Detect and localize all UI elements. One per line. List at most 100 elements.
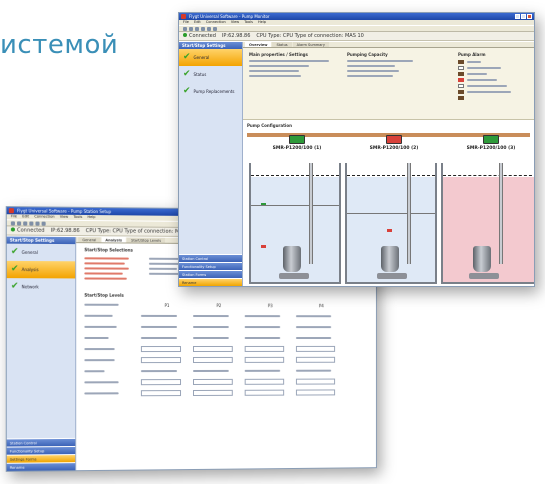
save-icon[interactable] [195,26,199,31]
front-content: Overview Status Alarm Summary Main prope… [243,42,534,286]
level-input[interactable] [193,356,233,364]
alarm-indicator [458,72,464,76]
footer-rename[interactable]: Rename [6,462,76,471]
sidebar-item-general[interactable]: ✔ General [179,49,242,66]
menu-edit[interactable]: Edit [194,20,201,24]
check-icon: ✔ [10,246,19,257]
menu-file[interactable]: File [11,214,17,218]
menu-help[interactable]: Help [258,20,266,24]
menu-view[interactable]: View [60,215,68,219]
cell-value [140,325,178,328]
pump-section-title: Pump Configuration [247,123,292,128]
footer-functionality-setup[interactable]: Functionality Setup [179,262,242,270]
connect-icon[interactable] [207,26,211,31]
level-input[interactable] [193,378,233,386]
menu-view[interactable]: View [231,20,239,24]
level-input[interactable] [244,356,285,363]
print-icon[interactable] [29,221,34,226]
refresh-icon[interactable] [41,221,46,226]
new-icon[interactable] [183,26,187,31]
level-input[interactable] [295,389,336,396]
front-toolbar [179,25,534,32]
level-input[interactable] [295,378,336,385]
pump-base [377,273,407,279]
maximize-icon[interactable] [521,14,526,19]
front-window: Flygt Universal Software - Pump Monitor … [178,12,535,287]
menu-edit[interactable]: Edit [22,214,29,218]
refresh-icon[interactable] [213,26,217,31]
open-icon[interactable] [189,26,193,31]
tab-alarm-summary[interactable]: Alarm Summary [292,42,329,47]
level-input[interactable] [295,356,336,363]
open-icon[interactable] [17,220,22,225]
selection-row [84,277,127,280]
level-input[interactable] [244,345,285,352]
front-window-titlebar[interactable]: Flygt Universal Software - Pump Monitor [179,13,534,20]
pump-status-icon [289,135,305,144]
menu-file[interactable]: File [183,20,189,24]
footer-rename[interactable]: Rename [179,278,242,286]
check-icon: ✔ [183,52,191,62]
selection-row [84,262,125,265]
row-label [84,370,105,373]
cell-value [140,336,178,339]
connect-icon[interactable] [35,221,40,226]
cell-value [193,314,229,318]
connection-status: Connected [183,33,216,39]
cpu-type: CPU Type: CPU Type of connection: MAS 10 [256,33,364,39]
level-input[interactable] [244,378,285,385]
cell-value [244,315,281,318]
sidebar-item-analysis[interactable]: ✔ Analysis [6,260,76,279]
level-input[interactable] [193,389,233,397]
tab-overview[interactable]: Overview [245,42,272,47]
sidebar-title: Start/Stop Settings [179,42,242,49]
tab-start-stop-levels[interactable]: Start/Stop Levels [127,237,166,243]
sidebar-item-status[interactable]: ✔ Status [179,66,242,83]
well-1 [249,163,341,284]
print-icon[interactable] [201,26,205,31]
tab-analysis[interactable]: Analysis [101,237,127,243]
alarm-label [467,67,501,69]
window-controls [515,14,532,19]
cell-value [193,336,229,339]
sidebar-item-network[interactable]: ✔ Network [7,278,75,295]
alarm-indicator [458,78,464,82]
level-input[interactable] [295,345,336,352]
ip-address: IP:62.98.86 [50,227,80,235]
connected-icon [183,33,187,37]
menu-connection[interactable]: Connection [206,20,226,24]
alarm-indicator [458,66,464,70]
level-input[interactable] [244,389,285,396]
column-header-p4: P4 [318,302,324,308]
minimize-icon[interactable] [515,14,520,19]
level-line [251,205,339,206]
tab-general[interactable]: General [78,237,101,243]
level-input[interactable] [140,390,182,397]
alarm-indicator [458,90,464,94]
menu-tools[interactable]: Tools [73,215,82,219]
menu-connection[interactable]: Connection [34,214,54,218]
footer-station-control[interactable]: Station Control [179,254,242,262]
level-input[interactable] [140,357,182,364]
menu-help[interactable]: Help [87,215,95,219]
sidebar-title: Start/Stop Settings [6,236,76,245]
sidebar-item-general[interactable]: ✔ General [7,244,75,262]
new-icon[interactable] [10,220,15,225]
menu-tools[interactable]: Tools [244,20,253,24]
save-icon[interactable] [23,220,28,226]
well-3 [441,163,534,284]
close-icon[interactable] [527,14,532,19]
footer-station-forms[interactable]: Station Forms [179,270,242,278]
level-input[interactable] [140,346,182,353]
info-line [249,70,299,72]
back-window-title: Flygt Universal Software - Pump Station … [17,208,112,215]
riser-pipe [309,163,313,264]
level-input[interactable] [140,379,182,386]
info-line [347,75,393,77]
level-input[interactable] [193,345,233,353]
cell-value [140,370,178,373]
sidebar-item-pump-replacements[interactable]: ✔ Pump Replacements [179,83,242,100]
pump-icon [473,246,491,272]
row-label [84,381,119,384]
tab-status[interactable]: Status [272,42,292,47]
